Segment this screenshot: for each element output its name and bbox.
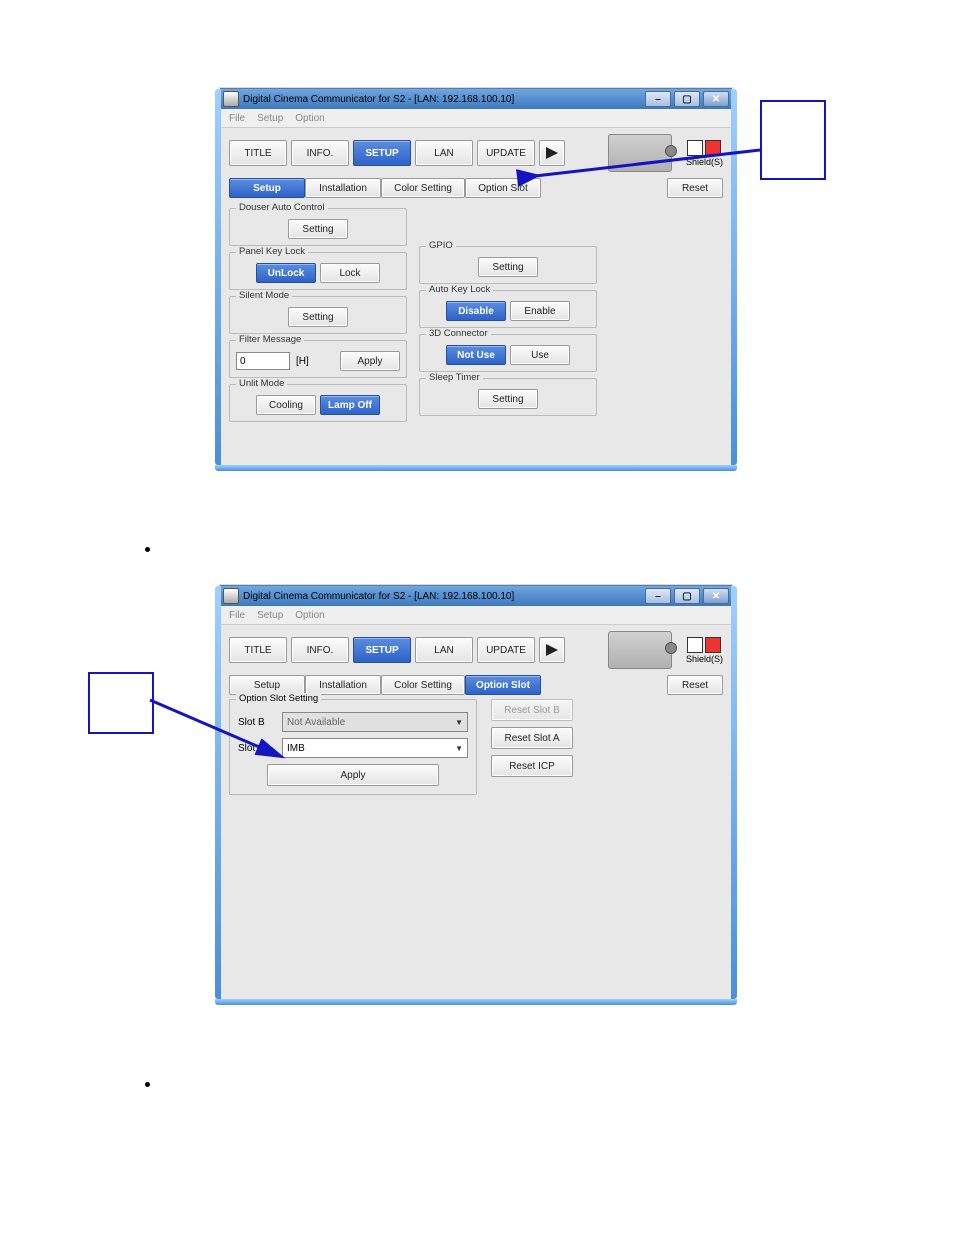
callout-arrow-1 xyxy=(525,150,765,190)
group-autokey: Auto Key Lock Disable Enable xyxy=(419,290,597,328)
group-3d: 3D Connector Not Use Use xyxy=(419,334,597,372)
sleep-legend: Sleep Timer xyxy=(426,372,483,383)
subtab-color-setting[interactable]: Color Setting xyxy=(381,178,465,198)
menu-file-2[interactable]: File xyxy=(229,610,245,621)
notuse-button[interactable]: Not Use xyxy=(446,345,506,365)
menu-setup-2[interactable]: Setup xyxy=(257,610,283,621)
threed-legend: 3D Connector xyxy=(426,328,491,339)
filter-unit: [H] xyxy=(296,356,309,367)
douser-setting-button[interactable]: Setting xyxy=(288,219,348,239)
tab-setup-2[interactable]: SETUP xyxy=(353,637,411,663)
subtab-installation-2[interactable]: Installation xyxy=(305,675,381,695)
window-title: Digital Cinema Communicator for S2 - [LA… xyxy=(243,94,514,105)
group-panel-key: Panel Key Lock UnLock Lock xyxy=(229,252,407,290)
chevron-down-icon-2: ▼ xyxy=(455,744,463,753)
autokey-enable-button[interactable]: Enable xyxy=(510,301,570,321)
shield-status-2: Shield(S) xyxy=(686,637,723,664)
play-button-2[interactable] xyxy=(539,637,565,663)
filter-legend: Filter Message xyxy=(236,334,304,345)
menu-file[interactable]: File xyxy=(229,113,245,124)
slot-b-dropdown: Not Available ▼ xyxy=(282,712,468,732)
tab-title[interactable]: TITLE xyxy=(229,140,287,166)
use-button[interactable]: Use xyxy=(510,345,570,365)
gpio-legend: GPIO xyxy=(426,240,456,251)
maximize-button-2[interactable]: ▢ xyxy=(674,588,700,604)
app-icon xyxy=(223,91,239,107)
group-sleep: Sleep Timer Setting xyxy=(419,378,597,416)
chevron-down-icon: ▼ xyxy=(455,718,463,727)
group-filter: Filter Message 0 [H] Apply xyxy=(229,340,407,378)
cooling-button[interactable]: Cooling xyxy=(256,395,316,415)
play-icon-2 xyxy=(546,644,558,656)
lamp-off-button[interactable]: Lamp Off xyxy=(320,395,380,415)
autokey-disable-button[interactable]: Disable xyxy=(446,301,506,321)
panel-key-legend: Panel Key Lock xyxy=(236,246,308,257)
reset-icp-button[interactable]: Reset ICP xyxy=(491,755,573,777)
projector-icon-2 xyxy=(608,631,672,669)
lock-button[interactable]: Lock xyxy=(320,263,380,283)
reset-slot-a-button[interactable]: Reset Slot A xyxy=(491,727,573,749)
menu-option-2[interactable]: Option xyxy=(295,610,324,621)
tab-lan-2[interactable]: LAN xyxy=(415,637,473,663)
tab-update-2[interactable]: UPDATE xyxy=(477,637,535,663)
slot-a-dropdown[interactable]: IMB ▼ xyxy=(282,738,468,758)
reset-slot-b-button: Reset Slot B xyxy=(491,699,573,721)
callout-box-1 xyxy=(760,100,826,180)
subtab-setup-2[interactable]: Setup xyxy=(229,675,305,695)
group-silent: Silent Mode Setting xyxy=(229,296,407,334)
group-douser: Douser Auto Control Setting xyxy=(229,208,407,246)
silent-setting-button[interactable]: Setting xyxy=(288,307,348,327)
reset-button-2[interactable]: Reset xyxy=(667,675,723,695)
close-button[interactable]: ✕ xyxy=(703,91,729,107)
menu-bar: File Setup Option xyxy=(221,109,731,128)
bullet-2 xyxy=(145,1082,150,1087)
menu-bar-2: File Setup Option xyxy=(221,606,731,625)
unlock-button[interactable]: UnLock xyxy=(256,263,316,283)
silent-legend: Silent Mode xyxy=(236,290,292,301)
group-unlit: Unlit Mode Cooling Lamp Off xyxy=(229,384,407,422)
minimize-button-2[interactable]: – xyxy=(645,588,671,604)
unlit-legend: Unlit Mode xyxy=(236,378,287,389)
app-icon-2 xyxy=(223,588,239,604)
tab-info[interactable]: INFO. xyxy=(291,140,349,166)
title-bar: Digital Cinema Communicator for S2 - [LA… xyxy=(221,89,731,109)
filter-hours-input[interactable]: 0 xyxy=(236,352,290,370)
subtab-color-setting-2[interactable]: Color Setting xyxy=(381,675,465,695)
tab-info-2[interactable]: INFO. xyxy=(291,637,349,663)
bullet-1 xyxy=(145,547,150,552)
minimize-button[interactable]: – xyxy=(645,91,671,107)
autokey-legend: Auto Key Lock xyxy=(426,284,493,295)
tab-setup[interactable]: SETUP xyxy=(353,140,411,166)
shield-label-2: Shield(S) xyxy=(686,654,723,664)
tab-lan[interactable]: LAN xyxy=(415,140,473,166)
tab-title-2[interactable]: TITLE xyxy=(229,637,287,663)
filter-apply-button[interactable]: Apply xyxy=(340,351,400,371)
shield-box-white-2 xyxy=(687,637,703,653)
callout-arrow-2 xyxy=(150,700,300,770)
menu-setup[interactable]: Setup xyxy=(257,113,283,124)
subtab-option-slot-2[interactable]: Option Slot xyxy=(465,675,541,695)
shield-box-red-2 xyxy=(705,637,721,653)
close-button-2[interactable]: ✕ xyxy=(703,588,729,604)
window-title-2: Digital Cinema Communicator for S2 - [LA… xyxy=(243,591,514,602)
sleep-setting-button[interactable]: Setting xyxy=(478,389,538,409)
callout-box-2 xyxy=(88,672,154,734)
gpio-setting-button[interactable]: Setting xyxy=(478,257,538,277)
maximize-button[interactable]: ▢ xyxy=(674,91,700,107)
subtab-installation[interactable]: Installation xyxy=(305,178,381,198)
subtab-setup[interactable]: Setup xyxy=(229,178,305,198)
group-gpio: GPIO Setting xyxy=(419,246,597,284)
title-bar-2: Digital Cinema Communicator for S2 - [LA… xyxy=(221,586,731,606)
menu-option[interactable]: Option xyxy=(295,113,324,124)
douser-legend: Douser Auto Control xyxy=(236,202,328,213)
